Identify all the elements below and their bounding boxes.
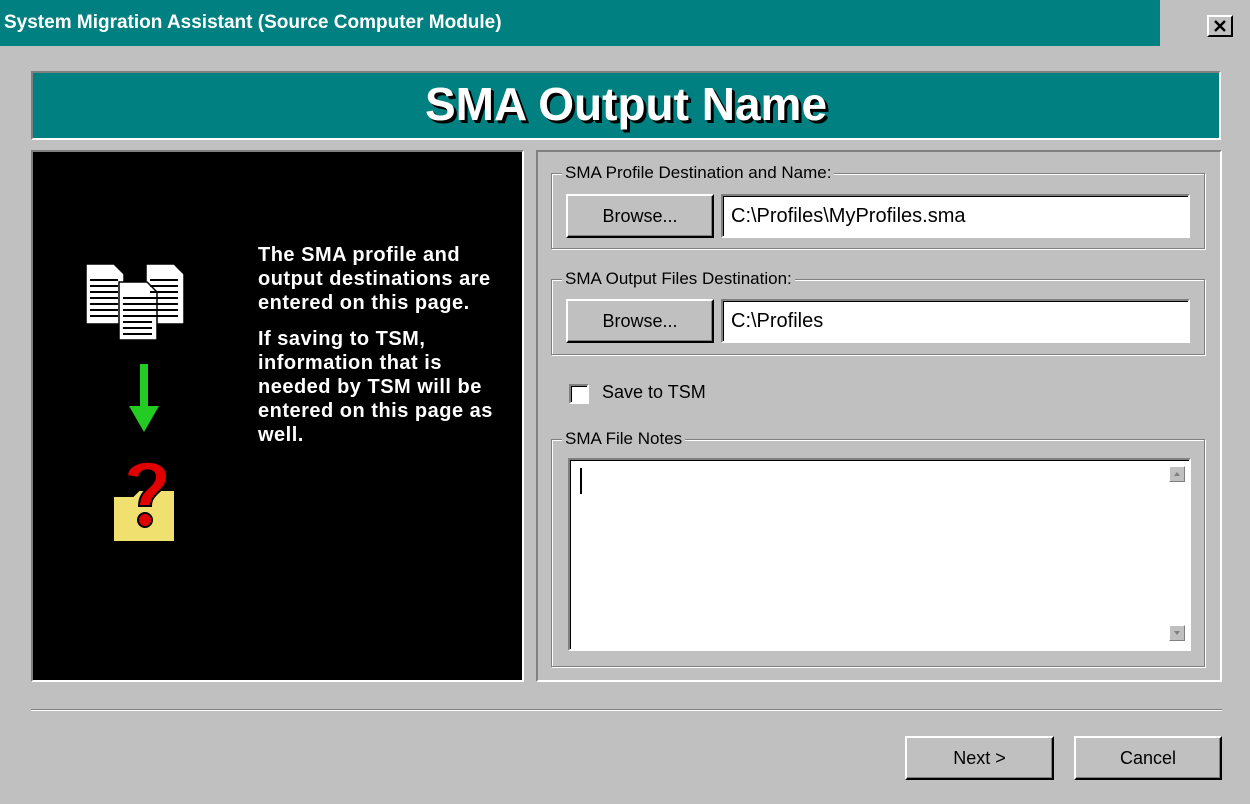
info-paragraph-2: If saving to TSM, information that is ne… — [258, 328, 493, 446]
save-tsm-checkbox[interactable] — [569, 384, 589, 404]
title-bar: System Migration Assistant (Source Compu… — [0, 0, 1160, 46]
window-title: System Migration Assistant (Source Compu… — [4, 12, 502, 33]
close-icon — [1214, 20, 1226, 32]
output-destination-label: SMA Output Files Destination: — [562, 269, 795, 289]
page-title: SMA Output Name — [424, 78, 828, 130]
profile-path-field[interactable]: C:\Profiles\MyProfiles.sma — [721, 194, 1190, 238]
output-browse-button[interactable]: Browse... — [566, 299, 714, 343]
scroll-up-icon — [1174, 472, 1180, 476]
scroll-down-button[interactable] — [1169, 625, 1185, 641]
profile-destination-label: SMA Profile Destination and Name: — [562, 163, 835, 183]
page-banner: SMA Output Name — [31, 71, 1221, 140]
cancel-button[interactable]: Cancel — [1074, 736, 1222, 780]
question-folder-icon — [112, 460, 176, 543]
info-panel: The SMA profile and output destinations … — [31, 150, 524, 682]
file-notes-textarea[interactable] — [568, 458, 1191, 651]
profile-browse-button[interactable]: Browse... — [566, 194, 714, 238]
info-paragraph-1: The SMA profile and output destinations … — [258, 244, 491, 314]
save-tsm-label[interactable]: Save to TSM — [602, 382, 706, 403]
text-caret — [580, 468, 582, 494]
footer-separator — [31, 709, 1222, 711]
close-button[interactable] — [1207, 15, 1233, 37]
arrow-down-icon — [129, 364, 159, 432]
documents-icon — [85, 263, 185, 341]
info-text: The SMA profile and output destinations … — [258, 243, 508, 459]
file-notes-label: SMA File Notes — [562, 429, 686, 449]
scroll-up-button[interactable] — [1169, 466, 1185, 482]
output-path-field[interactable]: C:\Profiles — [721, 299, 1190, 343]
next-button[interactable]: Next > — [905, 736, 1054, 780]
scroll-down-icon — [1174, 631, 1180, 635]
